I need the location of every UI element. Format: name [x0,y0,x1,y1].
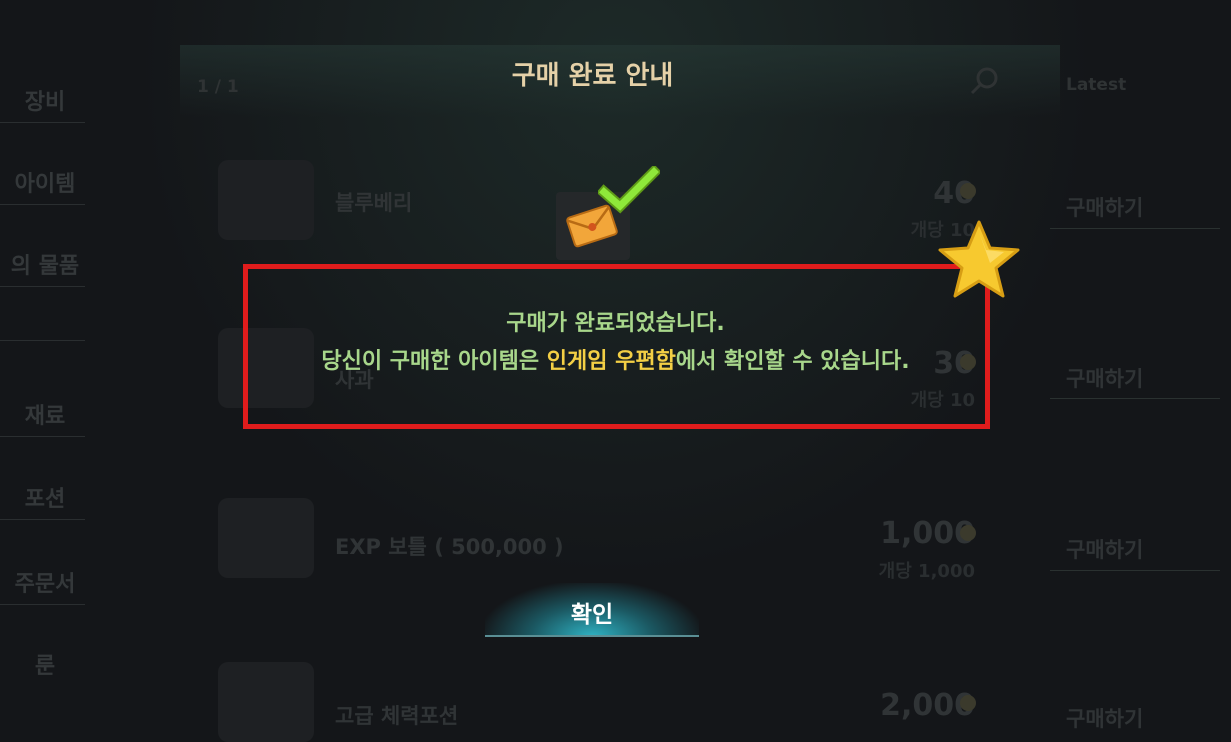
category-rune: 룬 [34,654,56,679]
mailbox-highlight: 인게임 우편함 [546,349,676,374]
coin-icon [960,183,976,199]
item-unit-price: 개당 1,000 [878,561,975,582]
buy-divider [1050,228,1220,229]
dialog-title: 구매 완료 안내 [511,61,674,91]
message-line-2: 당신이 구매한 아이템은 인게임 우편함에서 확인할 수 있습니다. [0,343,1231,375]
buy-button: 구매하기 [1066,538,1144,562]
category-material: 재료 [24,404,66,429]
category-divider [0,604,85,605]
confirm-button-label: 확인 [570,602,614,628]
category-potion: 포션 [24,487,66,512]
category-divider [0,436,85,437]
item-name: 블루베리 [335,191,413,215]
category-goods: 의 물품 [10,254,80,279]
message-prefix: 당신이 구매한 아이템은 [321,349,547,374]
category-scroll: 주문서 [14,572,76,597]
coin-icon [960,525,976,541]
item-name: EXP 보틀 ( 500,000 ) [335,535,564,559]
star-icon [938,220,1020,298]
check-icon [598,166,660,214]
category-divider [0,122,85,123]
category-divider [0,204,85,205]
item-thumbnail [218,498,314,578]
coin-icon [960,695,976,711]
category-divider [0,286,85,287]
category-divider [0,340,85,341]
category-divider [0,519,85,520]
message-line-1: 구매가 완료되었습니다. [506,311,725,336]
confirm-underline [485,635,699,637]
confirm-button[interactable]: 확인 [485,583,699,637]
item-thumbnail [218,662,314,742]
buy-button: 구매하기 [1066,196,1144,220]
buy-button: 구매하기 [1066,707,1144,731]
item-name: 고급 체력포션 [335,704,459,728]
category-item: 아이템 [14,172,76,197]
message-suffix: 에서 확인할 수 있습니다. [675,349,910,374]
buy-divider [1050,570,1220,571]
item-thumbnail [218,160,314,240]
buy-divider [1050,398,1220,399]
